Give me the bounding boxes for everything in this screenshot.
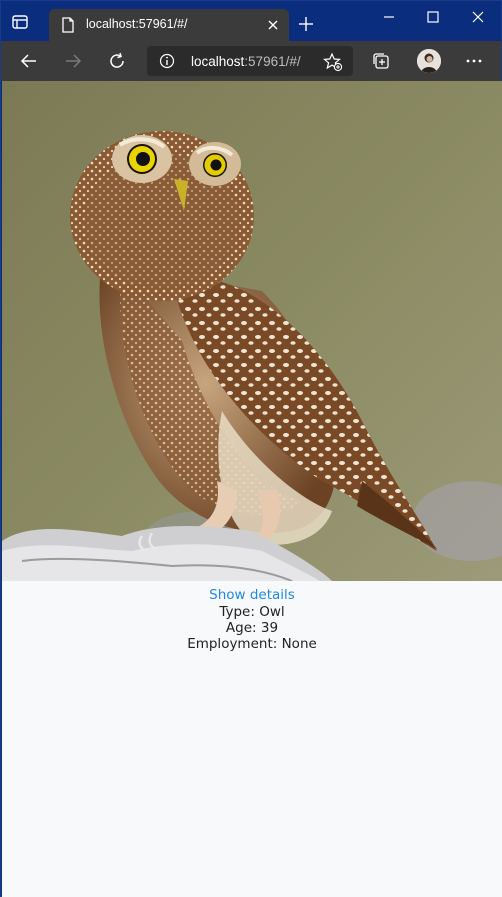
minimize-icon[interactable]: [377, 7, 401, 27]
details-panel: Show details Type: Owl Age: 39 Employmen…: [2, 586, 502, 652]
info-icon[interactable]: [159, 53, 175, 69]
favorite-star-icon[interactable]: [322, 52, 343, 72]
reload-icon[interactable]: [107, 51, 127, 71]
url-text[interactable]: localhost:57961/#/: [191, 54, 301, 69]
browser-window: localhost:57961/#/ localhost:57961/#/ Sh…: [0, 0, 502, 897]
tab-title: localhost:57961/#/: [86, 17, 188, 31]
type-text: Type: Owl: [219, 604, 285, 620]
new-tab-plus-icon[interactable]: [297, 15, 315, 33]
ellipsis-icon[interactable]: [463, 51, 485, 71]
window-close-icon[interactable]: [466, 7, 490, 27]
employment-text: Employment: None: [187, 636, 317, 652]
collections-icon[interactable]: [371, 51, 391, 71]
address-bar[interactable]: localhost:57961/#/: [147, 46, 353, 76]
navigation-bar: localhost:57961/#/: [1, 41, 501, 81]
url-path: :57961/#/: [244, 54, 301, 69]
tab-actions-icon[interactable]: [11, 13, 29, 31]
url-host: localhost: [191, 54, 245, 69]
maximize-icon[interactable]: [421, 7, 445, 27]
page-icon: [61, 17, 75, 33]
age-text: Age: 39: [225, 620, 279, 636]
owl-photo: [2, 81, 502, 581]
show-details-link[interactable]: Show details: [209, 586, 295, 604]
active-tab[interactable]: localhost:57961/#/: [49, 9, 289, 41]
close-icon[interactable]: [266, 18, 280, 32]
tab-bar: localhost:57961/#/: [1, 1, 501, 41]
profile-avatar[interactable]: [417, 49, 441, 73]
forward-arrow-icon[interactable]: [63, 51, 83, 71]
page-viewport: Show details Type: Owl Age: 39 Employmen…: [2, 81, 502, 897]
back-arrow-icon[interactable]: [19, 51, 39, 71]
